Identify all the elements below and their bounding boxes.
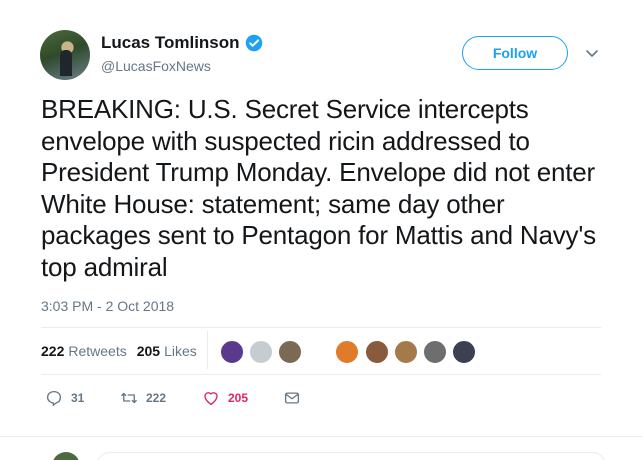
retweet-count: 222 bbox=[146, 391, 167, 405]
retweet-action[interactable]: 222 bbox=[120, 389, 166, 407]
user-handle[interactable]: @LucasFoxNews bbox=[101, 58, 211, 74]
divider bbox=[41, 327, 601, 328]
follow-button[interactable]: Follow bbox=[462, 36, 568, 70]
viewer-avatar bbox=[52, 452, 80, 460]
liker-avatar[interactable] bbox=[278, 340, 302, 364]
likes-label[interactable]: Likes bbox=[164, 343, 197, 359]
tweet-text: BREAKING: U.S. Secret Service intercepts… bbox=[41, 94, 596, 282]
liker-avatar[interactable] bbox=[394, 340, 418, 364]
stats-separator bbox=[207, 331, 208, 369]
liker-avatar[interactable] bbox=[249, 340, 273, 364]
liker-avatar[interactable] bbox=[220, 340, 244, 364]
direct-message-action[interactable] bbox=[283, 389, 301, 407]
retweet-icon bbox=[121, 392, 137, 404]
reply-count: 31 bbox=[71, 391, 85, 405]
heart-icon bbox=[204, 392, 218, 406]
user-name-row: Lucas Tomlinson bbox=[101, 33, 263, 53]
divider bbox=[41, 374, 601, 375]
verified-badge-icon bbox=[245, 34, 262, 52]
retweets-count[interactable]: 222 bbox=[41, 343, 64, 359]
envelope-icon bbox=[284, 392, 300, 404]
retweets-label[interactable]: Retweets bbox=[68, 343, 126, 359]
user-name[interactable]: Lucas Tomlinson bbox=[101, 33, 240, 53]
divider bbox=[0, 436, 642, 437]
reply-icon bbox=[46, 390, 62, 406]
tweet-timestamp[interactable]: 3:03 PM - 2 Oct 2018 bbox=[41, 298, 174, 314]
like-count: 205 bbox=[228, 391, 249, 405]
chevron-down-icon[interactable] bbox=[585, 46, 599, 60]
liker-avatar[interactable] bbox=[365, 340, 389, 364]
liker-avatar[interactable] bbox=[452, 340, 476, 364]
reply-action[interactable]: 31 bbox=[45, 389, 84, 407]
reply-input[interactable] bbox=[96, 452, 606, 460]
tweet-stats: 222 Retweets 205 Likes bbox=[41, 343, 207, 359]
like-action[interactable]: 205 bbox=[202, 389, 248, 407]
liker-avatar[interactable] bbox=[335, 340, 359, 364]
avatar[interactable] bbox=[40, 30, 90, 80]
liker-avatar[interactable] bbox=[423, 340, 447, 364]
likes-count[interactable]: 205 bbox=[137, 343, 160, 359]
